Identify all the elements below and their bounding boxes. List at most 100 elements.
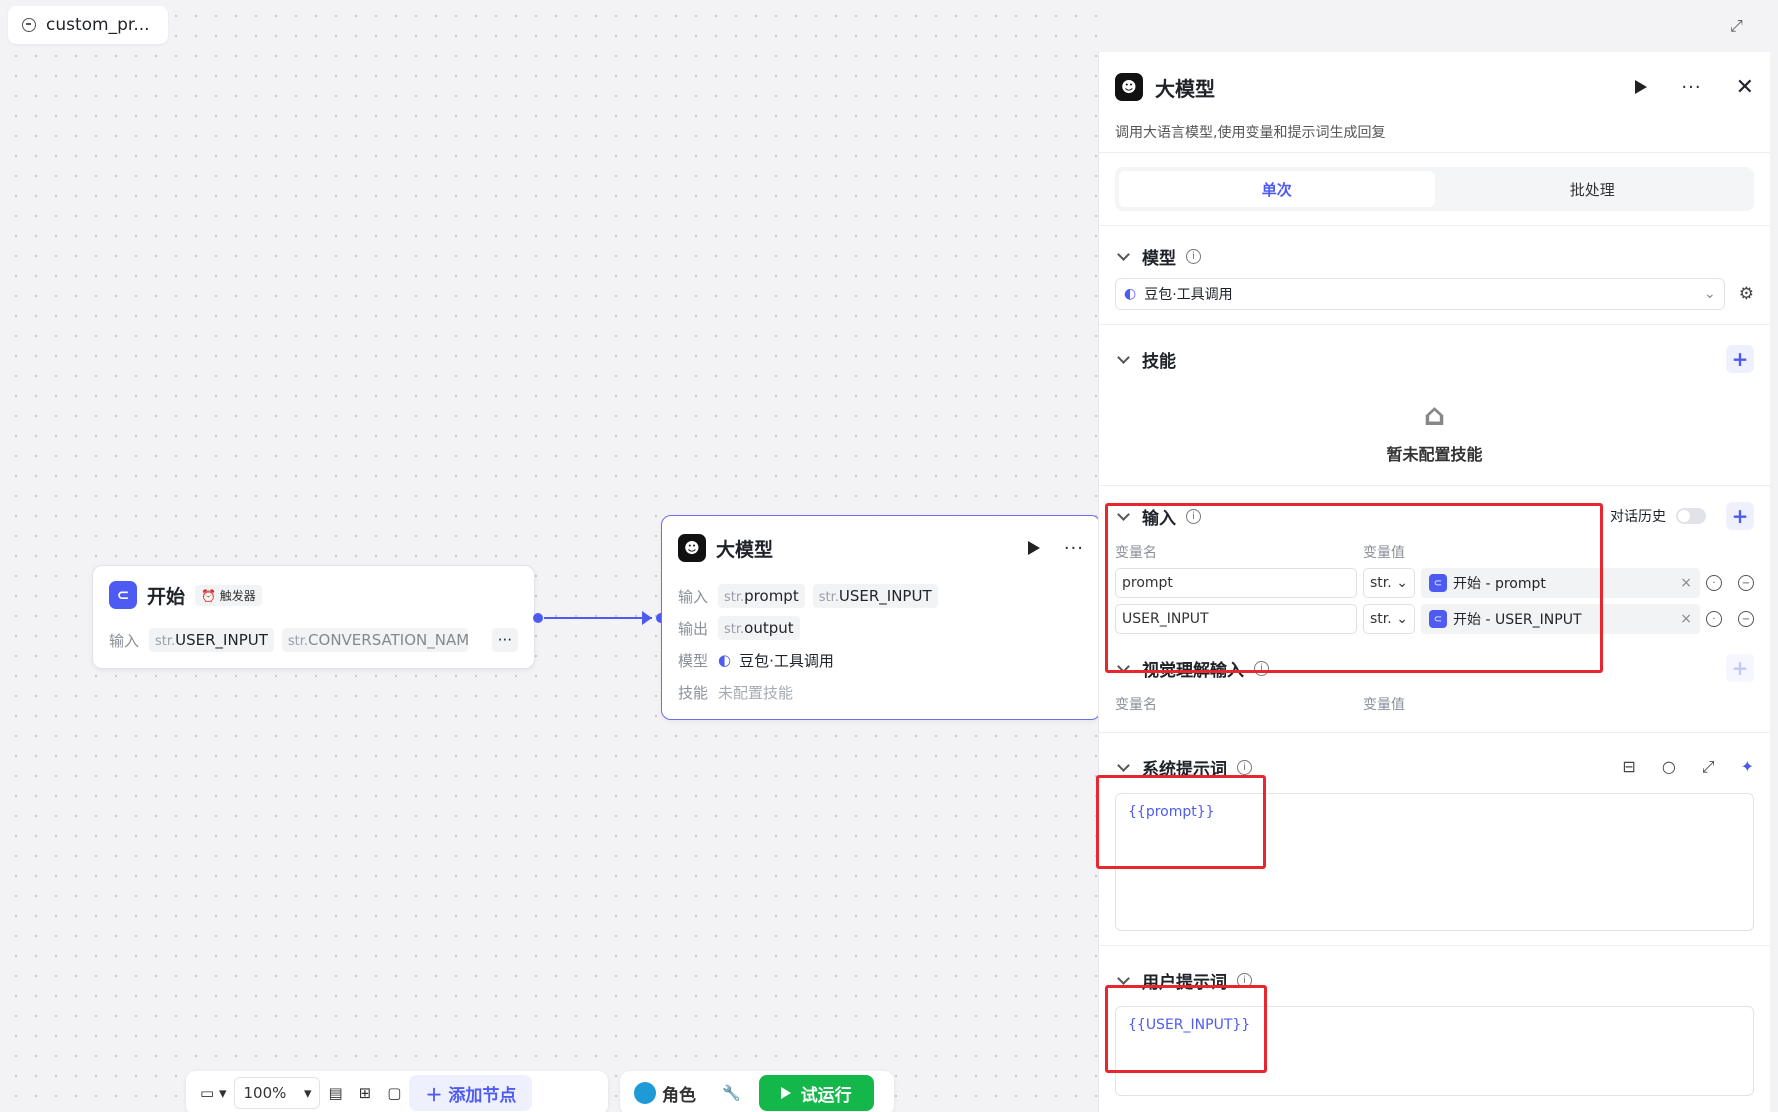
panel-run-icon[interactable] (1635, 80, 1648, 94)
type-select[interactable]: str. ⌄ (1363, 604, 1415, 634)
panel-more-icon[interactable]: ··· (1681, 77, 1701, 98)
type-select[interactable]: str. ⌄ (1363, 568, 1415, 598)
input-row: prompt str. ⌄ ⊂ 开始 - prompt × · − (1115, 566, 1754, 600)
start-input-label: 输入 (109, 631, 140, 650)
start-node-title: 开始 (147, 585, 186, 608)
workflow-tab-title: custom_pr... (46, 15, 150, 35)
role-button[interactable]: 角色 (626, 1077, 704, 1109)
start-node[interactable]: ⊂ 开始 ⏰ 触发器 输入 str.USER_INPUT str.CONVERS… (92, 565, 535, 669)
llm-input-chip: str.USER_INPUT (812, 584, 938, 608)
workflow-icon (22, 18, 36, 32)
edge-start-llm (544, 617, 652, 619)
start-ref-icon: ⊂ (1429, 574, 1447, 592)
run-toolbar: 角色 🔧 试运行 (620, 1071, 894, 1112)
role-avatar (634, 1082, 656, 1104)
bulb-icon[interactable]: ○ (1662, 757, 1676, 777)
system-prompt-section: 系统提示词 i ⊟ ○ ⤢ ✦ {{prompt}} (1099, 733, 1770, 931)
add-vision-button[interactable]: + (1726, 654, 1754, 682)
trial-run-button[interactable]: 试运行 (758, 1075, 874, 1111)
info-icon[interactable]: i (1237, 759, 1252, 775)
doubao-icon: ◐ (1124, 286, 1137, 302)
remove-row-icon[interactable]: − (1738, 575, 1754, 591)
info-icon[interactable]: i (1186, 248, 1201, 264)
llm-node-title: 大模型 (716, 538, 774, 561)
comment-icon[interactable]: ▤ (320, 1077, 350, 1109)
minimap-icon[interactable]: ▭ ▾ (192, 1077, 234, 1109)
panel-llm-icon: ☻ (1115, 73, 1143, 101)
panel-title: 大模型 (1155, 76, 1215, 101)
mode-tabs: 单次 批处理 (1115, 167, 1754, 211)
start-output-port[interactable] (533, 613, 543, 623)
chevron-down-icon[interactable] (1117, 758, 1130, 772)
info-icon[interactable]: i (1186, 508, 1201, 524)
target-icon[interactable]: · (1706, 611, 1722, 627)
run-node-icon[interactable] (1027, 541, 1040, 555)
clear-icon[interactable]: × (1680, 611, 1692, 627)
info-icon[interactable]: i (1237, 972, 1252, 988)
llm-input-label: 输入 (678, 587, 709, 606)
llm-input-chip: str.prompt (718, 584, 805, 608)
clear-icon[interactable]: × (1680, 575, 1692, 591)
chevron-down-icon[interactable] (1117, 971, 1130, 985)
gear-icon[interactable]: ⚙ (1739, 284, 1754, 304)
tab-single[interactable]: 单次 (1119, 171, 1435, 207)
target-icon[interactable]: · (1706, 575, 1722, 591)
library-icon[interactable]: ⊟ (1622, 757, 1635, 777)
tab-batch[interactable]: 批处理 (1435, 171, 1751, 207)
wrench-icon[interactable]: 🔧 (714, 1077, 749, 1109)
input-row: USER_INPUT str. ⌄ ⊂ 开始 - USER_INPUT × · − (1115, 602, 1754, 636)
expand-icon[interactable]: ⤢ (1702, 757, 1715, 777)
system-prompt-editor[interactable]: {{prompt}} (1115, 793, 1754, 931)
add-skill-button[interactable]: + (1726, 345, 1754, 373)
skills-empty-state: ⌂ 暂未配置技能 (1386, 397, 1483, 464)
more-icon[interactable]: ··· (1064, 538, 1084, 559)
chevron-down-icon[interactable] (1117, 659, 1130, 673)
var-ref-chip[interactable]: ⊂ 开始 - prompt × (1421, 568, 1700, 598)
node-config-panel: ☻ 大模型 ··· ✕ 调用大语言模型,使用变量和提示词生成回复 单次 批处理 … (1098, 52, 1770, 1112)
llm-node[interactable]: ☻ 大模型 ··· 输入 str.prompt str.USER_INPUT 输… (661, 515, 1101, 720)
var-name-input[interactable]: USER_INPUT (1115, 604, 1357, 634)
close-icon[interactable]: ✕ (1736, 75, 1754, 100)
fullscreen-icon[interactable]: ⤢ (1730, 16, 1743, 36)
edge-arrow-icon (642, 611, 652, 625)
more-inputs-icon[interactable]: ··· (491, 628, 518, 652)
zoom-select[interactable]: 100% ▾ (234, 1077, 321, 1109)
model-select[interactable]: ◐ 豆包·工具调用 ⌄ (1115, 278, 1725, 310)
var-ref-chip[interactable]: ⊂ 开始 - USER_INPUT × (1421, 604, 1700, 634)
input-section: 输入 i 对话历史 + 变量名 变量值 prompt str. ⌄ ⊂ 开始 - pro… (1099, 486, 1770, 636)
skills-section: 技能 + ⌂ 暂未配置技能 (1099, 325, 1770, 481)
var-name-input[interactable]: prompt (1115, 568, 1357, 598)
history-label: 对话历史 (1610, 509, 1666, 525)
user-prompt-section: 用户提示词 i {{USER_INPUT}} (1099, 946, 1770, 1096)
start-node-icon: ⊂ (109, 581, 137, 609)
chevron-down-icon[interactable] (1117, 507, 1130, 521)
llm-skill-label: 技能 (678, 683, 709, 702)
user-prompt-editor[interactable]: {{USER_INPUT}} (1115, 1006, 1754, 1096)
add-input-button[interactable]: + (1726, 502, 1754, 530)
model-section: 模型 i ◐ 豆包·工具调用 ⌄ ⚙ (1099, 226, 1770, 310)
remove-row-icon[interactable]: − (1738, 611, 1754, 627)
llm-skill-value: 未配置技能 (718, 683, 794, 702)
note-icon[interactable]: ▢ (379, 1077, 409, 1109)
workflow-tab[interactable]: custom_pr... (8, 6, 168, 44)
empty-box-icon: ⌂ (1423, 397, 1446, 433)
history-toggle[interactable] (1676, 508, 1706, 524)
ai-sparkle-icon[interactable]: ✦ (1741, 757, 1754, 777)
start-ref-icon: ⊂ (1429, 610, 1447, 628)
vision-section: 视觉理解输入 i + 变量名 变量值 (1099, 638, 1770, 718)
info-icon[interactable]: i (1254, 660, 1269, 676)
start-input-chip: str.USER_INPUT (149, 628, 274, 652)
add-node-button[interactable]: ＋ 添加节点 (409, 1075, 533, 1111)
llm-output-chip: str.output (718, 616, 800, 640)
chevron-down-icon[interactable] (1117, 247, 1130, 261)
layout-icon[interactable]: ⊞ (351, 1077, 380, 1109)
llm-output-label: 输出 (678, 619, 709, 638)
start-input-chip: str.CONVERSATION_NAM (281, 628, 468, 652)
chevron-down-icon[interactable] (1117, 350, 1130, 364)
panel-description: 调用大语言模型,使用变量和提示词生成回复 (1115, 125, 1386, 141)
llm-model-value: 豆包·工具调用 (739, 651, 834, 670)
llm-model-label: 模型 (678, 651, 709, 670)
play-icon (780, 1087, 791, 1099)
llm-node-icon: ☻ (678, 534, 706, 562)
trigger-badge: ⏰ 触发器 (195, 584, 262, 606)
